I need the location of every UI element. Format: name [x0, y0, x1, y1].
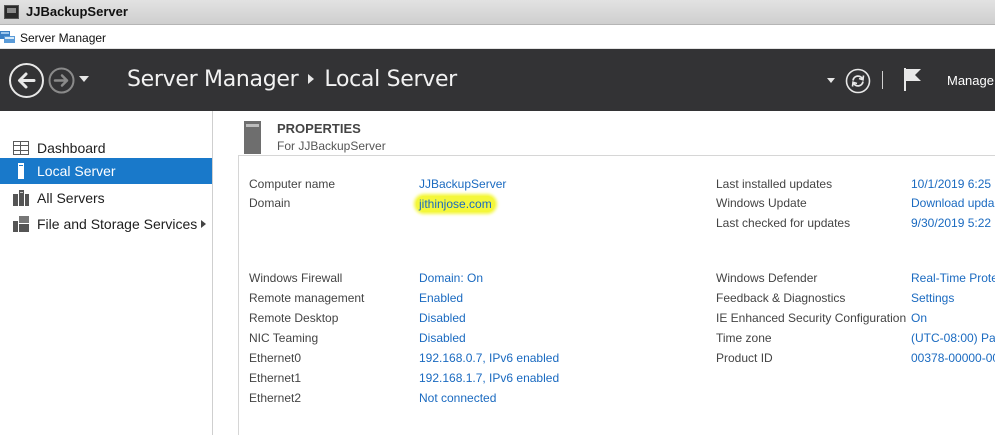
prop-label-windows-update: Windows Update	[716, 196, 807, 210]
prop-label-product-id: Product ID	[716, 351, 773, 365]
sidebar-item-label: Dashboard	[37, 140, 106, 156]
remote-window-titlebar: JJBackupServer	[0, 0, 995, 25]
prop-value-windows-firewall[interactable]: Domain: On	[419, 271, 483, 285]
expand-chevron-icon[interactable]	[201, 220, 206, 228]
prop-label-nic-teaming: NIC Teaming	[249, 331, 319, 345]
prop-value-ethernet2[interactable]: Not connected	[419, 391, 496, 405]
app-title: Server Manager	[20, 31, 107, 45]
servers-icon	[13, 190, 29, 206]
forward-arrow-icon[interactable]	[48, 67, 75, 94]
prop-label-domain: Domain	[249, 196, 291, 210]
prop-label-ethernet2: Ethernet2	[249, 391, 302, 405]
prop-value-feedback-diagnostics[interactable]: Settings	[911, 291, 954, 305]
remote-window-title: JJBackupServer	[26, 4, 128, 19]
manage-menu[interactable]: Manage	[947, 73, 994, 88]
prop-label-time-zone: Time zone	[716, 331, 772, 345]
prop-value-time-zone[interactable]: (UTC-08:00) Pac	[911, 331, 995, 345]
breadcrumb-root[interactable]: Server Manager	[127, 67, 299, 92]
refresh-icon[interactable]	[845, 68, 871, 94]
file-storage-icon	[13, 216, 29, 232]
notifications-dropdown-icon[interactable]	[827, 78, 835, 83]
prop-value-last-checked-updates[interactable]: 9/30/2019 5:22	[911, 216, 991, 230]
prop-label-windows-defender: Windows Defender	[716, 271, 818, 285]
prop-label-remote-desktop: Remote Desktop	[249, 311, 339, 325]
properties-title: PROPERTIES	[277, 121, 361, 136]
prop-label-last-checked-updates: Last checked for updates	[716, 216, 851, 230]
back-arrow-icon[interactable]	[8, 62, 45, 99]
prop-label-feedback-diagnostics: Feedback & Diagnostics	[716, 291, 846, 305]
header-divider	[882, 71, 883, 89]
prop-value-ethernet0[interactable]: 192.168.0.7, IPv6 enabled	[419, 351, 559, 365]
breadcrumb-separator-icon	[308, 73, 315, 84]
server-tile-icon	[244, 121, 261, 154]
sidebar-item-local-server[interactable]: Local Server	[0, 158, 212, 184]
prop-value-remote-desktop[interactable]: Disabled	[419, 311, 466, 325]
breadcrumb-current: Local Server	[324, 67, 457, 92]
properties-subtitle: For JJBackupServer	[277, 139, 386, 153]
sidebar-item-label: File and Storage Services	[37, 216, 198, 232]
prop-label-ethernet1: Ethernet1	[249, 371, 302, 385]
notification-flag-icon[interactable]	[902, 66, 924, 92]
sidebar-item-label: All Servers	[37, 190, 105, 206]
sidebar-item-file-storage[interactable]: File and Storage Services	[0, 211, 212, 237]
prop-value-remote-management[interactable]: Enabled	[419, 291, 463, 305]
sidebar-item-all-servers[interactable]: All Servers	[0, 185, 212, 211]
prop-label-remote-management: Remote management	[249, 291, 365, 305]
prop-value-domain[interactable]: jithinjose.com	[416, 196, 495, 212]
prop-label-ethernet0: Ethernet0	[249, 351, 302, 365]
sidebar: Dashboard Local Server All Servers File …	[0, 111, 213, 435]
prop-value-ethernet1[interactable]: 192.168.1.7, IPv6 enabled	[419, 371, 559, 385]
server-icon	[18, 163, 24, 179]
server-manager-icon	[0, 31, 15, 43]
prop-label-ie-enhanced-security: IE Enhanced Security Configuration	[716, 311, 907, 325]
breadcrumb: Server Manager Local Server	[127, 67, 457, 92]
prop-value-nic-teaming[interactable]: Disabled	[419, 331, 466, 345]
prop-value-last-installed-updates[interactable]: 10/1/2019 6:25	[911, 177, 991, 191]
dashboard-icon	[13, 141, 29, 155]
remote-desktop-icon	[4, 5, 19, 19]
prop-label-computer-name: Computer name	[249, 177, 336, 191]
prop-value-windows-update[interactable]: Download upda	[911, 196, 994, 210]
prop-value-ie-enhanced-security[interactable]: On	[911, 311, 927, 325]
prop-value-windows-defender[interactable]: Real-Time Prote	[911, 271, 995, 285]
history-dropdown-icon[interactable]	[79, 76, 89, 82]
prop-label-last-installed-updates: Last installed updates	[716, 177, 833, 191]
prop-label-windows-firewall: Windows Firewall	[249, 271, 343, 285]
app-titlebar: Server Manager	[0, 25, 995, 49]
prop-value-product-id[interactable]: 00378-00000-00	[911, 351, 995, 365]
prop-value-computer-name[interactable]: JJBackupServer	[419, 177, 506, 191]
sidebar-item-label: Local Server	[37, 163, 116, 179]
